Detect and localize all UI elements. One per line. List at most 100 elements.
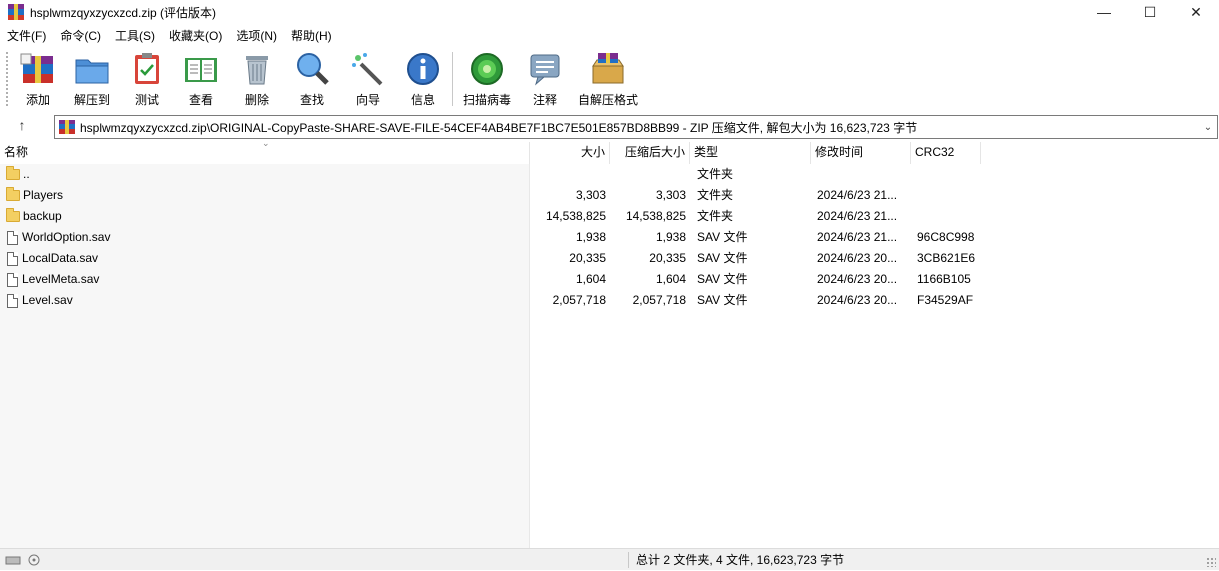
file-type-cell: SAV 文件 <box>697 230 748 244</box>
resize-grip-icon[interactable] <box>1206 557 1216 567</box>
file-size-cell: 14,538,825 <box>545 209 606 223</box>
file-modified-cell: 2024/6/23 21... <box>817 209 898 223</box>
file-crc-cell: F34529AF <box>917 293 974 307</box>
file-size-cell: 20,335 <box>569 251 606 265</box>
file-packed-cell: 2,057,718 <box>632 293 686 307</box>
address-bar: ↑ hsplwmzqyxzycxzcd.zip\ORIGINAL-CopyPas… <box>0 114 1219 140</box>
magnifier-icon <box>297 53 329 85</box>
add-button[interactable]: 添加 <box>19 50 57 110</box>
menu-tools[interactable]: 工具(S) <box>108 27 162 44</box>
trash-icon <box>246 56 268 85</box>
file-name-cell: backup <box>0 206 528 227</box>
file-icon <box>7 293 18 308</box>
file-size-cell: 2,057,718 <box>552 293 606 307</box>
file-type-cell: 文件夹 <box>697 188 734 202</box>
path-combobox[interactable]: hsplwmzqyxzycxzcd.zip\ORIGINAL-CopyPaste… <box>54 115 1218 139</box>
sort-indicator-icon: ⌄ <box>262 138 270 148</box>
archive-add-icon <box>20 53 53 83</box>
menu-help[interactable]: 帮助(H) <box>284 27 339 44</box>
file-crc-cell <box>917 185 983 206</box>
file-modified-cell: 2024/6/23 20... <box>817 293 898 307</box>
find-button[interactable]: 查找 <box>293 50 331 110</box>
file-modified-cell: 2024/6/23 21... <box>817 188 898 202</box>
info-button[interactable]: 信息 <box>404 50 442 110</box>
winrar-app-icon <box>8 4 24 20</box>
table-row[interactable]: .. 文件夹 <box>0 164 1219 185</box>
window-title: hsplwmzqyxzycxzcd.zip (评估版本) <box>30 5 217 20</box>
menu-favorites[interactable]: 收藏夹(O) <box>162 27 229 44</box>
test-button[interactable]: 测试 <box>128 50 166 110</box>
minimize-button[interactable]: — <box>1081 0 1127 24</box>
column-modified[interactable]: 修改时间 <box>811 142 911 164</box>
folder-icon <box>6 166 20 180</box>
delete-button[interactable]: 删除 <box>238 50 276 110</box>
scan-virus-button[interactable]: 扫描病毒 <box>463 50 511 110</box>
path-text: hsplwmzqyxzycxzcd.zip\ORIGINAL-CopyPaste… <box>80 120 918 135</box>
file-name-cell: Level.sav <box>0 290 528 311</box>
file-crc-cell <box>917 206 983 227</box>
file-type-cell: SAV 文件 <box>697 272 748 286</box>
file-size-cell: 3,303 <box>575 188 606 202</box>
virus-scan-icon <box>471 53 503 85</box>
book-view-icon <box>185 58 217 82</box>
file-crc-cell <box>917 164 983 185</box>
table-row[interactable]: LevelMeta.sav 1,604 1,604 SAV 文件 2024/6/23 2… <box>0 269 1219 290</box>
file-crc-cell: 3CB621E6 <box>917 251 976 265</box>
menu-options[interactable]: 选项(N) <box>229 27 284 44</box>
file-name-cell: Players <box>0 185 528 206</box>
file-crc-cell: 96C8C998 <box>917 230 975 244</box>
info-icon <box>407 53 439 85</box>
table-row[interactable]: backup 14,538,825 14,538,825 文件夹 2024/6/23 2… <box>0 206 1219 227</box>
file-name-cell: .. <box>0 164 528 185</box>
file-modified-cell: 2024/6/23 20... <box>817 272 898 286</box>
extract-to-button[interactable]: 解压到 <box>73 50 111 110</box>
folder-icon <box>6 187 20 201</box>
column-crc32[interactable]: CRC32 <box>911 142 981 164</box>
file-icon <box>7 230 18 245</box>
file-packed-cell: 1,938 <box>655 230 686 244</box>
file-packed-cell: 3,303 <box>655 188 686 202</box>
drive-status-icon <box>5 554 40 566</box>
file-name-cell: LocalData.sav <box>0 248 528 269</box>
file-name-cell: WorldOption.sav <box>0 227 528 248</box>
column-size[interactable]: 大小 <box>530 142 610 164</box>
sfx-button[interactable]: 自解压格式 <box>578 50 638 110</box>
file-name-cell: LevelMeta.sav <box>0 269 528 290</box>
view-button[interactable]: 查看 <box>182 50 220 110</box>
menu-file[interactable]: 文件(F) <box>0 27 53 44</box>
column-type[interactable]: 类型 <box>690 142 811 164</box>
file-size-cell: 1,604 <box>575 272 606 286</box>
file-modified-cell: 2024/6/23 20... <box>817 251 898 265</box>
menu-bar: 文件(F) 命令(C) 工具(S) 收藏夹(O) 选项(N) 帮助(H) <box>0 25 339 45</box>
column-packed-size[interactable]: 压缩后大小 <box>610 142 690 164</box>
toolbar-separator <box>452 52 453 106</box>
maximize-button[interactable]: ☐ <box>1127 0 1173 24</box>
close-button[interactable]: ✕ <box>1173 0 1219 24</box>
file-packed-cell: 20,335 <box>649 251 686 265</box>
clipboard-check-icon <box>135 53 159 84</box>
status-summary: 总计 2 文件夹, 4 文件, 16,623,723 字节 <box>636 553 845 567</box>
table-row[interactable]: Level.sav 2,057,718 2,057,718 SAV 文件 2024/6/… <box>0 290 1219 311</box>
file-type-cell: SAV 文件 <box>697 293 748 307</box>
table-row[interactable]: Players 3,303 3,303 文件夹 2024/6/23 21... <box>0 185 1219 206</box>
comment-button[interactable]: 注释 <box>526 50 564 110</box>
up-folder-button[interactable]: ↑ <box>10 117 34 137</box>
file-type-cell: 文件夹 <box>697 209 734 223</box>
sfx-box-icon <box>592 53 624 84</box>
folder-extract-icon <box>75 59 109 84</box>
file-size-cell <box>530 164 606 185</box>
folder-icon <box>6 208 20 222</box>
comment-icon <box>530 54 560 86</box>
magic-wand-icon <box>352 53 383 86</box>
toolbar-grip <box>6 52 9 106</box>
table-row[interactable]: LocalData.sav 20,335 20,335 SAV 文件 2024/6/23… <box>0 248 1219 269</box>
file-list-header: 名称 ⌄ 大小 压缩后大小 类型 修改时间 CRC32 <box>0 138 1219 164</box>
menu-commands[interactable]: 命令(C) <box>53 27 108 44</box>
wizard-button[interactable]: 向导 <box>349 50 387 110</box>
file-list: .. 文件夹 Players 3,303 3,303 文件夹 2024/6/23 21...… <box>0 164 1219 548</box>
table-row[interactable]: WorldOption.sav 1,938 1,938 SAV 文件 2024/6/23… <box>0 227 1219 248</box>
file-packed-cell: 1,604 <box>655 272 686 286</box>
file-crc-cell: 1166B105 <box>917 272 971 286</box>
chevron-down-icon[interactable]: ⌄ <box>1199 122 1217 133</box>
file-type-cell: 文件夹 <box>697 167 734 181</box>
